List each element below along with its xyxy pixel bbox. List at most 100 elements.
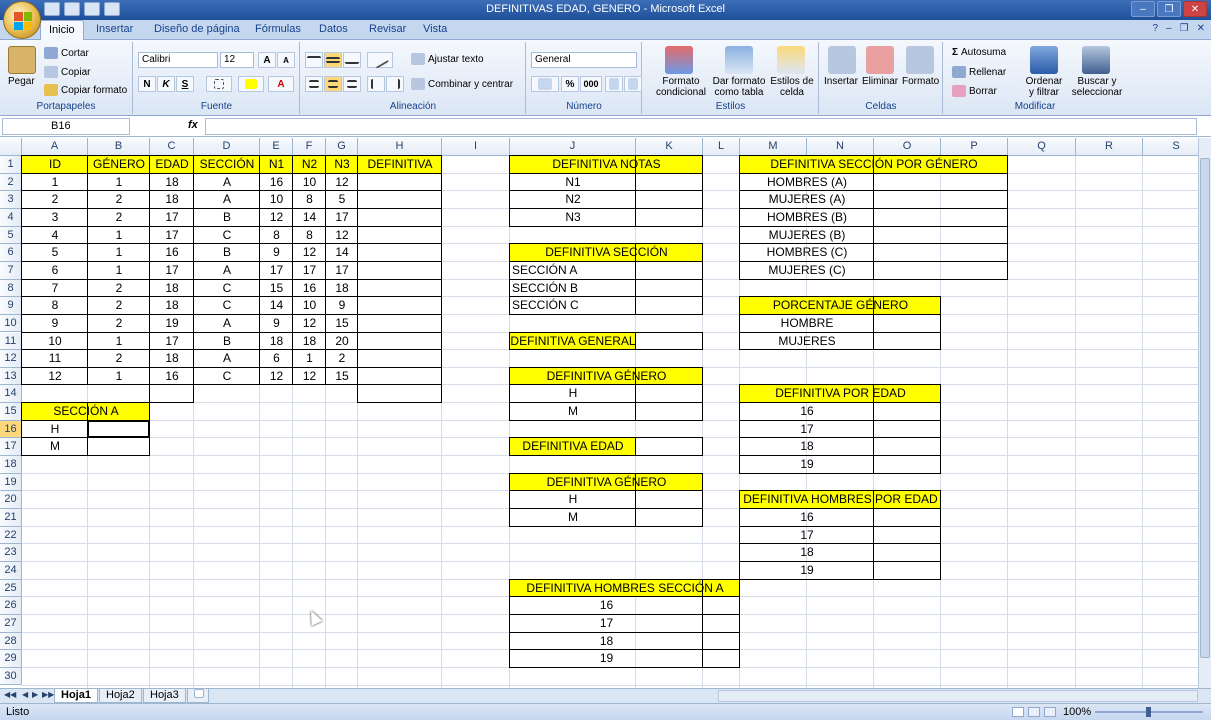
def-seccion-title[interactable]: DEFINITIVA SECCIÓN [510, 244, 703, 261]
table-cell[interactable]: 10 [293, 174, 326, 191]
table-cell[interactable]: 1 [88, 333, 150, 350]
table-cell[interactable]: 18 [150, 174, 194, 191]
table-cell[interactable]: A [194, 350, 260, 367]
definitiva-cell[interactable] [358, 209, 442, 226]
table-cell[interactable]: 12 [22, 368, 88, 385]
table-cell[interactable]: 8 [293, 191, 326, 208]
format-painter-button[interactable]: Copiar formato [44, 84, 127, 96]
definitiva-cell[interactable] [358, 368, 442, 385]
align-left-button[interactable] [305, 76, 323, 92]
table-cell[interactable]: 15 [326, 368, 358, 385]
seccion-a-label[interactable]: M [22, 438, 88, 455]
column-header-i[interactable]: I [442, 138, 510, 156]
table-cell[interactable]: 18 [293, 333, 326, 350]
align-right-button[interactable] [343, 76, 361, 92]
def-notas-label[interactable]: N1 [510, 174, 636, 191]
table-cell[interactable]: 10 [22, 333, 88, 350]
table-cell[interactable]: 8 [293, 227, 326, 244]
row-header-6[interactable]: 6 [0, 244, 22, 262]
tab-inicio[interactable]: Inicio [40, 20, 84, 41]
header-cell[interactable]: DEFINITIVA [358, 156, 442, 173]
row-header-21[interactable]: 21 [0, 509, 22, 527]
row-header-13[interactable]: 13 [0, 367, 22, 386]
table-cell[interactable]: 18 [260, 333, 293, 350]
table-cell[interactable]: 15 [326, 315, 358, 332]
horizontal-scrollbar[interactable] [718, 690, 1198, 702]
last-sheet-icon[interactable]: ▶▶ [42, 690, 54, 699]
header-cell[interactable]: GÉNERO [88, 156, 150, 173]
paste-button[interactable]: Pegar [8, 76, 35, 87]
next-sheet-icon[interactable]: ▶ [32, 690, 38, 699]
align-top-button[interactable] [305, 52, 323, 68]
row-header-22[interactable]: 22 [0, 526, 22, 545]
table-cell[interactable]: 16 [150, 244, 194, 261]
column-header-r[interactable]: R [1076, 138, 1143, 156]
def-genero1-label[interactable]: H [510, 385, 636, 402]
table-cell[interactable]: 17 [150, 227, 194, 244]
column-header-f[interactable]: F [293, 138, 326, 156]
row-header-24[interactable]: 24 [0, 561, 22, 580]
porcentaje-genero-label[interactable]: HOMBRE [740, 315, 874, 332]
header-cell[interactable]: EDAD [150, 156, 194, 173]
fill-button[interactable]: Rellenar [952, 66, 1006, 78]
align-center-button[interactable] [324, 76, 342, 92]
table-cell[interactable]: A [194, 262, 260, 279]
column-header-o[interactable]: O [874, 138, 941, 156]
column-header-m[interactable]: M [740, 138, 807, 156]
table-cell[interactable]: 17 [326, 209, 358, 226]
column-header-j[interactable]: J [510, 138, 636, 156]
row-header-28[interactable]: 28 [0, 632, 22, 651]
row-header-10[interactable]: 10 [0, 314, 22, 333]
def-genero1-title[interactable]: DEFINITIVA GÉNERO [510, 367, 703, 385]
table-cell[interactable]: 12 [260, 209, 293, 226]
minimize-button[interactable]: – [1131, 1, 1155, 17]
row-header-18[interactable]: 18 [0, 456, 22, 474]
table-cell[interactable]: 12 [293, 315, 326, 332]
tab-insertar[interactable]: Insertar [96, 23, 133, 35]
table-cell[interactable]: 18 [150, 297, 194, 314]
definitiva-cell[interactable] [358, 174, 442, 191]
column-header-g[interactable]: G [326, 138, 358, 156]
row-header-15[interactable]: 15 [0, 403, 22, 421]
table-cell[interactable]: 1 [293, 350, 326, 367]
grow-font-button[interactable]: A [258, 52, 276, 68]
first-sheet-icon[interactable]: ◀◀ [4, 690, 16, 699]
table-cell[interactable]: 9 [260, 315, 293, 332]
table-cell[interactable]: A [194, 191, 260, 208]
def-hombres-seccion-a-label[interactable]: 17 [510, 615, 703, 632]
table-cell[interactable]: 17 [150, 209, 194, 226]
bold-button[interactable]: N [138, 76, 156, 92]
sheet-tab-hoja2[interactable]: Hoja2 [99, 689, 142, 703]
def-hombres-seccion-a-label[interactable]: 18 [510, 633, 703, 650]
table-cell[interactable]: 2 [88, 350, 150, 367]
increase-indent-button[interactable] [386, 76, 404, 92]
zoom-level[interactable]: 100% [1063, 706, 1091, 718]
row-header-23[interactable]: 23 [0, 544, 22, 562]
row-header-14[interactable]: 14 [0, 385, 22, 404]
def-por-edad-label[interactable]: 18 [740, 438, 874, 455]
header-cell[interactable]: SECCIÓN [194, 156, 260, 173]
number-format-select[interactable]: General [531, 52, 637, 68]
table-cell[interactable]: 2 [88, 315, 150, 332]
name-box[interactable]: B16 [2, 118, 130, 135]
column-header-c[interactable]: C [150, 138, 194, 156]
restore-button[interactable]: ❐ [1157, 1, 1181, 17]
column-header-a[interactable]: A [22, 138, 88, 156]
normal-view-icon[interactable] [1012, 707, 1024, 717]
row-header-25[interactable]: 25 [0, 579, 22, 598]
table-cell[interactable]: 9 [326, 297, 358, 314]
def-general-title[interactable]: DEFINITIVA GENERAL [510, 332, 636, 350]
delete-cells-button[interactable]: Eliminar [862, 76, 898, 87]
table-cell[interactable]: C [194, 227, 260, 244]
font-size-select[interactable]: 12 [220, 52, 254, 68]
column-header-l[interactable]: L [703, 138, 740, 156]
table-cell[interactable]: 8 [260, 227, 293, 244]
definitiva-cell[interactable] [358, 244, 442, 261]
table-cell[interactable]: 10 [293, 297, 326, 314]
def-genero2-label[interactable]: H [510, 491, 636, 508]
page-break-icon[interactable] [1044, 707, 1056, 717]
def-seccion-genero-label[interactable]: HOMBRES (A) [740, 174, 874, 191]
def-hombres-edad-title[interactable]: DEFINITIVA HOMBRES POR EDAD [740, 491, 941, 508]
italic-button[interactable]: K [157, 76, 175, 92]
workbook-minimize-button[interactable]: – [1166, 23, 1172, 34]
